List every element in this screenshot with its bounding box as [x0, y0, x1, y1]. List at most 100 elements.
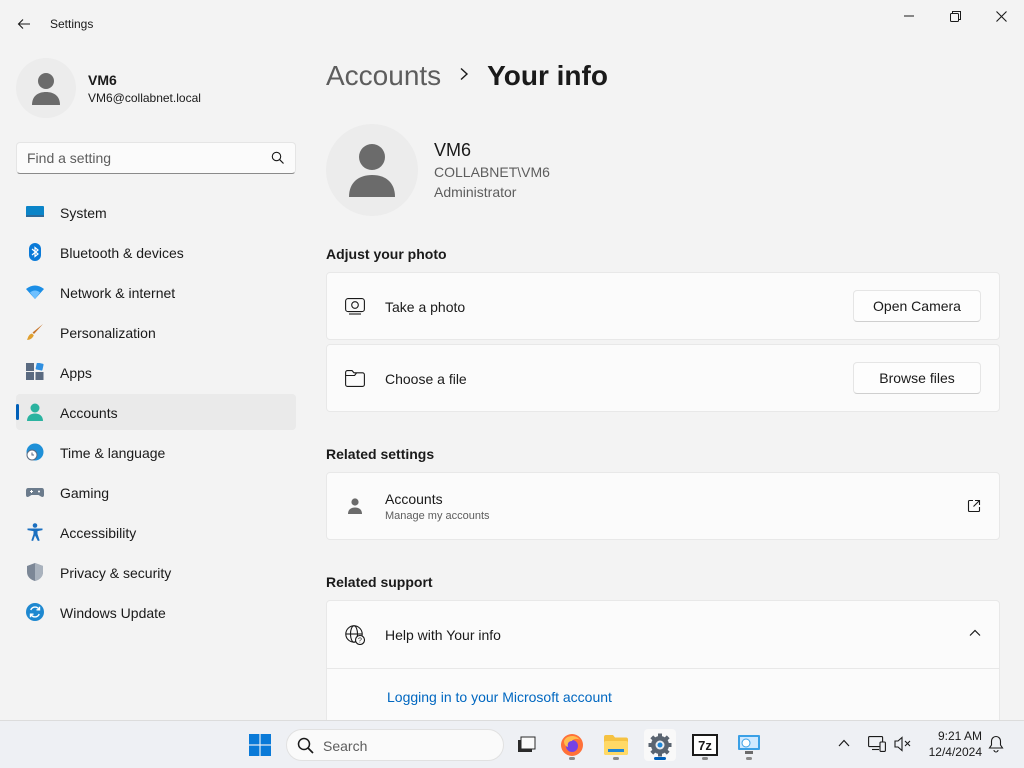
sidebar-item-system[interactable]: System — [16, 194, 296, 230]
bluetooth-icon — [29, 243, 41, 261]
sidebar-item-label: Windows Update — [60, 605, 166, 621]
accounts-link-sublabel: Manage my accounts — [385, 510, 490, 522]
sidebar-item-windows-update[interactable]: Windows Update — [16, 594, 296, 630]
file-explorer-icon — [604, 735, 628, 755]
sidebar-item-label: Apps — [60, 365, 92, 381]
sidebar-item-gaming[interactable]: Gaming — [16, 474, 296, 510]
open-camera-button[interactable]: Open Camera — [853, 290, 981, 322]
person-icon — [32, 73, 60, 105]
user-name: VM6 — [434, 140, 472, 160]
chevron-up-icon[interactable] — [838, 739, 850, 747]
search-input[interactable] — [17, 143, 257, 173]
volume-muted-icon[interactable] — [894, 736, 912, 752]
update-icon — [26, 603, 44, 621]
take-photo-card: Take a photo Open Camera — [326, 272, 1000, 340]
paintbrush-icon — [27, 324, 43, 340]
close-icon — [995, 10, 1007, 22]
sidebar-item-label: Gaming — [60, 485, 110, 501]
notification-bell-icon[interactable] — [988, 735, 1004, 753]
minimize-icon — [904, 15, 914, 17]
windows-logo-icon — [249, 734, 271, 756]
account-icon — [27, 403, 43, 421]
globe-help-icon: ? — [345, 625, 365, 645]
sidebar-item-label: Time & language — [60, 445, 166, 461]
7zip-icon: 7z — [692, 734, 718, 756]
wifi-icon — [26, 285, 44, 299]
back-button[interactable] — [10, 10, 38, 38]
section-title-adjust-photo: Adjust your photo — [326, 246, 447, 262]
network-icon[interactable] — [868, 736, 886, 752]
help-link[interactable]: Logging in to your Microsoft account — [387, 689, 612, 705]
section-title-related-support: Related support — [326, 574, 433, 590]
svg-text:?: ? — [358, 638, 362, 645]
sidebar-item-time-language[interactable]: Time & language — [16, 434, 296, 470]
profile-name: VM6 — [88, 72, 117, 88]
person-icon — [349, 144, 395, 197]
taskbar: Search 7z 9:21 AM 12/4/2024 — [0, 720, 1024, 768]
7zip-taskbar-button[interactable]: 7z — [689, 729, 721, 761]
user-domain: COLLABNET\VM6 — [434, 164, 550, 180]
apps-icon — [26, 363, 44, 380]
close-button[interactable] — [978, 0, 1024, 32]
sidebar-item-network[interactable]: Network & internet — [16, 274, 296, 310]
task-view-icon — [518, 736, 536, 752]
clock-time[interactable]: 9:21 AM — [938, 729, 982, 743]
settings-search[interactable] — [16, 142, 296, 174]
start-button[interactable] — [244, 729, 276, 761]
breadcrumb: Accounts Your info — [326, 58, 608, 94]
section-title-related-settings: Related settings — [326, 446, 435, 462]
sidebar-item-label: Accessibility — [60, 525, 137, 541]
sidebar-item-bluetooth[interactable]: Bluetooth & devices — [16, 234, 296, 270]
choose-file-card: Choose a file Browse files — [326, 344, 1000, 412]
sidebar-nav: System Bluetooth & devices Network & int… — [16, 194, 296, 634]
file-explorer-taskbar-button[interactable] — [600, 729, 632, 761]
sidebar-item-accessibility[interactable]: Accessibility — [16, 514, 296, 550]
sidebar-item-label: System — [60, 205, 107, 221]
external-link-icon — [967, 499, 981, 513]
taskbar-search[interactable]: Search — [286, 729, 504, 761]
title-bar: Settings — [0, 0, 1024, 48]
take-photo-label: Take a photo — [385, 299, 466, 315]
svg-text:7z: 7z — [698, 738, 712, 753]
help-label: Help with Your info — [385, 627, 501, 643]
sidebar-item-apps[interactable]: Apps — [16, 354, 296, 390]
sidebar-item-privacy[interactable]: Privacy & security — [16, 554, 296, 590]
running-indicator — [746, 757, 752, 760]
restore-button[interactable] — [932, 0, 978, 32]
chevron-up-icon[interactable] — [969, 629, 981, 637]
app-title: Settings — [50, 17, 94, 31]
remote-desktop-taskbar-button[interactable] — [733, 729, 765, 761]
sidebar-item-label: Accounts — [60, 405, 118, 421]
system-icon — [26, 206, 44, 217]
sidebar-item-label: Network & internet — [60, 285, 176, 301]
chevron-right-icon — [459, 67, 469, 86]
account-profile[interactable]: VM6 VM6@collabnet.local — [16, 58, 296, 118]
user-role: Administrator — [434, 184, 517, 200]
active-indicator — [654, 757, 666, 760]
sidebar-item-personalization[interactable]: Personalization — [16, 314, 296, 350]
running-indicator — [702, 757, 708, 760]
sidebar-item-label: Personalization — [60, 325, 156, 341]
search-icon[interactable] — [271, 151, 285, 165]
accounts-link-label: Accounts — [385, 491, 443, 507]
minimize-button[interactable] — [886, 0, 932, 32]
firefox-taskbar-button[interactable] — [556, 729, 588, 761]
task-view-button[interactable] — [510, 729, 542, 761]
help-card: ? Help with Your info Logging in to your… — [326, 600, 1000, 730]
clock-date[interactable]: 12/4/2024 — [929, 745, 982, 759]
running-indicator — [613, 757, 619, 760]
accounts-link-card[interactable]: Accounts Manage my accounts — [326, 472, 1000, 540]
person-icon — [348, 498, 362, 514]
settings-taskbar-button[interactable] — [644, 729, 676, 761]
running-indicator — [569, 757, 575, 760]
back-arrow-icon — [17, 19, 30, 29]
help-card-header[interactable]: ? Help with Your info — [327, 601, 999, 668]
remote-desktop-icon — [738, 735, 760, 754]
browse-files-button[interactable]: Browse files — [853, 362, 981, 394]
breadcrumb-parent[interactable]: Accounts — [326, 60, 441, 92]
restore-icon — [949, 10, 961, 22]
choose-file-label: Choose a file — [385, 371, 467, 387]
avatar — [326, 124, 418, 216]
search-icon — [297, 737, 314, 754]
sidebar-item-accounts[interactable]: Accounts — [16, 394, 296, 430]
